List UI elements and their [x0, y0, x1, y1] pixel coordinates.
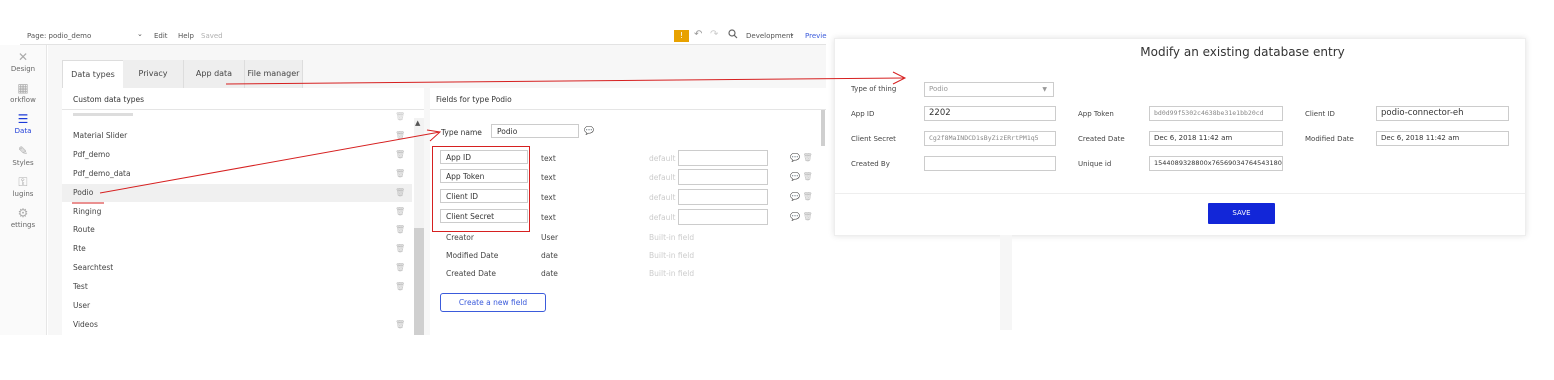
arrow-podio-to-fields	[99, 129, 442, 194]
arrow-app-data-to-modal	[225, 71, 907, 85]
annotation-arrows	[72, 71, 907, 204]
